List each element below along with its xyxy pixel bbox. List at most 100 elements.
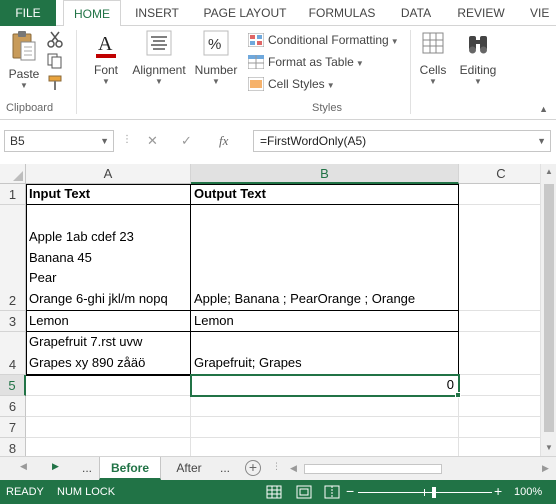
- paste-button[interactable]: Paste ▼: [6, 30, 42, 91]
- chevron-down-icon: ▼: [102, 77, 110, 86]
- format-as-table-button[interactable]: Format as Table ▼: [248, 52, 364, 72]
- cell-styles-button[interactable]: Cell Styles ▼: [248, 74, 335, 94]
- column-header-a[interactable]: A: [26, 164, 191, 184]
- conditional-formatting-button[interactable]: Conditional Formatting ▼: [248, 30, 399, 50]
- clipboard-group-label: Clipboard: [6, 102, 54, 114]
- zoom-out-icon[interactable]: −: [346, 483, 354, 499]
- cell-b1[interactable]: Output Text: [191, 184, 458, 204]
- cut-icon[interactable]: [46, 30, 64, 48]
- scroll-left-icon[interactable]: ◀: [290, 463, 297, 474]
- tab-home[interactable]: HOME: [63, 0, 121, 27]
- row-number: 2: [8, 293, 17, 308]
- cell-a3[interactable]: Lemon: [26, 311, 190, 331]
- cell-a5[interactable]: [26, 375, 190, 395]
- tab-file[interactable]: FILE: [0, 0, 56, 26]
- gridline: [26, 416, 540, 417]
- cell-a2-text: Apple 1ab cdef 23 Banana 45 Pear Orange …: [29, 228, 168, 307]
- sheet-tab-before[interactable]: Before: [99, 457, 161, 480]
- alignment-button[interactable]: Alignment ▼: [130, 30, 188, 87]
- chevron-down-icon: ▼: [155, 77, 163, 86]
- row-header-7[interactable]: 7: [0, 417, 26, 438]
- chevron-down-icon[interactable]: ▼: [537, 131, 546, 151]
- editing-button[interactable]: Editing ▼: [456, 30, 500, 87]
- row-number: 7: [8, 420, 17, 435]
- font-label: Font: [93, 63, 118, 77]
- cell-a2[interactable]: Apple 1ab cdef 23 Banana 45 Pear Orange …: [26, 205, 190, 310]
- scroll-down-icon[interactable]: ▼: [541, 440, 556, 456]
- row-header-3[interactable]: 3: [0, 311, 26, 332]
- chevron-down-icon: ▼: [20, 81, 28, 90]
- zoom-in-icon[interactable]: +: [494, 483, 502, 499]
- format-as-table-icon: [248, 55, 264, 69]
- chevron-down-icon: ▼: [429, 77, 437, 86]
- format-as-table-label: Format as Table: [268, 55, 354, 69]
- column-header-c[interactable]: C: [459, 164, 544, 184]
- row-header-2[interactable]: 2: [0, 205, 26, 311]
- row-header-6[interactable]: 6: [0, 396, 26, 417]
- chevron-down-icon: ▼: [326, 81, 335, 90]
- cell-b4[interactable]: Grapefruit; Grapes: [191, 332, 458, 374]
- add-sheet-icon[interactable]: +: [245, 460, 261, 476]
- select-all-corner[interactable]: [0, 164, 26, 184]
- editing-label: Editing: [459, 63, 497, 77]
- sheet-prev-icon[interactable]: ◀: [20, 461, 27, 472]
- number-button[interactable]: % Number ▼: [190, 30, 242, 87]
- zoom-level[interactable]: 100%: [514, 486, 542, 498]
- tab-formulas[interactable]: FORMULAS: [303, 0, 381, 26]
- tab-view[interactable]: VIE: [522, 0, 556, 26]
- vertical-scrollbar[interactable]: ▲ ▼: [540, 164, 556, 456]
- chevron-down-icon: ▼: [212, 77, 220, 86]
- cells-button[interactable]: Cells ▼: [414, 30, 452, 87]
- insert-function-icon[interactable]: fx: [219, 133, 228, 149]
- zoom-slider-track[interactable]: [358, 492, 492, 493]
- scroll-up-icon[interactable]: ▲: [541, 164, 556, 180]
- number-label: Number: [194, 63, 238, 77]
- sheet-tab-bar: ◀ ▶ ... Before After ... + ⋮ ◀ ▶: [0, 456, 556, 480]
- cell-a4[interactable]: Grapefruit 7.rst uvw Grapes xy 890 zåäö: [26, 332, 190, 374]
- page-layout-view-icon[interactable]: [296, 485, 312, 499]
- svg-text:%: %: [208, 36, 221, 53]
- status-bar: READY NUM LOCK − + 100%: [0, 480, 556, 504]
- horizontal-scrollbar[interactable]: ◀ ▶: [286, 462, 556, 476]
- zoom-slider-thumb[interactable]: [432, 487, 436, 498]
- row-header-8[interactable]: 8: [0, 438, 26, 456]
- name-box[interactable]: B5 ▼: [4, 130, 114, 152]
- normal-view-icon[interactable]: [266, 485, 282, 499]
- copy-icon[interactable]: [46, 52, 64, 70]
- ribbon-tab-bar: FILE HOME INSERT PAGE LAYOUT FORMULAS DA…: [0, 0, 556, 27]
- enter-icon[interactable]: ✓: [181, 133, 192, 149]
- tab-split-grip-icon[interactable]: ⋮: [272, 461, 281, 472]
- vertical-scroll-thumb[interactable]: [544, 184, 554, 432]
- fill-handle[interactable]: [455, 392, 461, 398]
- sheet-overflow-right[interactable]: ...: [214, 457, 236, 480]
- cell-a1[interactable]: Input Text: [26, 184, 190, 204]
- cancel-icon[interactable]: ✕: [147, 133, 158, 149]
- sheet-overflow-left[interactable]: ...: [78, 457, 96, 480]
- tab-review[interactable]: REVIEW: [452, 0, 510, 26]
- row-number: 3: [8, 314, 17, 329]
- gridline: [26, 395, 540, 396]
- format-painter-icon[interactable]: [46, 74, 64, 92]
- group-separator: [76, 30, 77, 114]
- tab-data[interactable]: DATA: [392, 0, 440, 26]
- tab-page-layout[interactable]: PAGE LAYOUT: [196, 0, 294, 26]
- status-ready: READY: [6, 486, 44, 498]
- cell-b5[interactable]: 0: [191, 375, 458, 395]
- sheet-tab-after[interactable]: After: [164, 457, 214, 480]
- chevron-down-icon: ▼: [390, 37, 399, 46]
- cell-b3[interactable]: Lemon: [191, 311, 458, 331]
- row-header-5[interactable]: 5: [0, 375, 26, 396]
- table-border-line: [26, 331, 459, 332]
- font-button[interactable]: A Font ▼: [84, 30, 128, 87]
- sheet-next-icon[interactable]: ▶: [52, 461, 59, 472]
- row-header-1[interactable]: 1: [0, 184, 26, 205]
- row-header-4[interactable]: 4: [0, 332, 26, 375]
- tab-insert[interactable]: INSERT: [129, 0, 185, 26]
- horizontal-scroll-thumb[interactable]: [304, 464, 442, 474]
- column-header-b[interactable]: B: [191, 164, 459, 184]
- collapse-ribbon-icon[interactable]: ▲: [539, 104, 548, 114]
- formula-input[interactable]: =FirstWordOnly(A5) ▼: [253, 130, 551, 152]
- scroll-right-icon[interactable]: ▶: [542, 463, 549, 474]
- page-break-view-icon[interactable]: [324, 485, 340, 499]
- cell-b2[interactable]: Apple; Banana ; PearOrange ; Orange: [191, 205, 458, 310]
